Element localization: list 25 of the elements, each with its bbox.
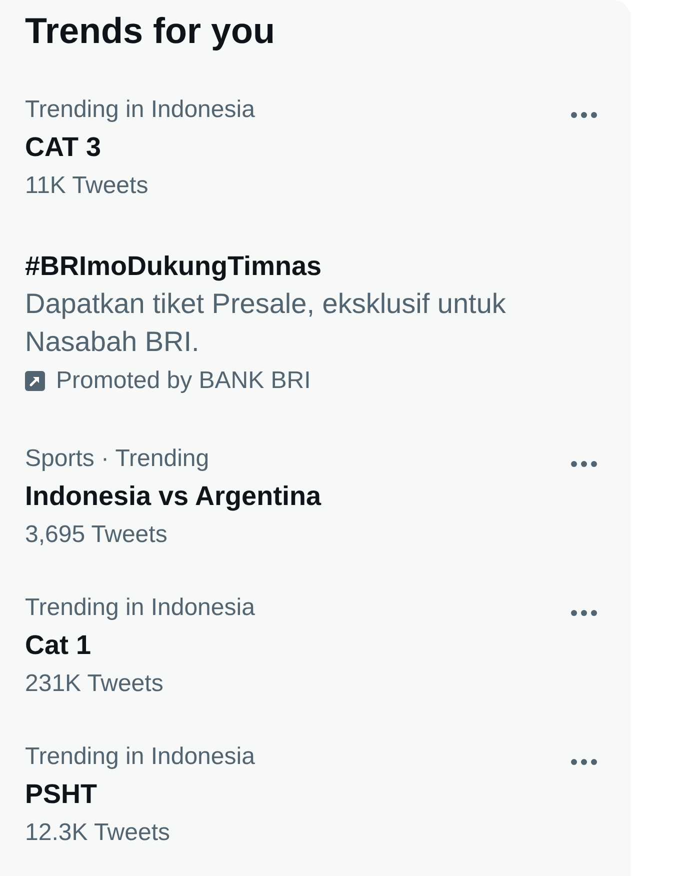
- trend-context: Trending in Indonesia: [25, 742, 255, 772]
- more-icon: [571, 461, 597, 467]
- more-icon: [571, 610, 597, 616]
- promoted-label: Promoted by BANK BRI: [56, 366, 311, 396]
- trend-name: #BRImoDukungTimnas: [25, 250, 322, 283]
- more-button[interactable]: [571, 112, 597, 118]
- tweet-count: 12.3K Tweets: [25, 818, 170, 848]
- trend-name: CAT 3: [25, 131, 102, 164]
- tweet-count: 231K Tweets: [25, 669, 164, 699]
- more-icon: [571, 112, 597, 118]
- trend-name: PSHT: [25, 778, 98, 811]
- tweet-count: 11K Tweets: [25, 171, 148, 201]
- more-button[interactable]: [571, 610, 597, 616]
- more-button[interactable]: [571, 461, 597, 467]
- more-button[interactable]: [571, 759, 597, 765]
- trend-context: Trending in Indonesia: [25, 593, 255, 623]
- promo-description: Dapatkan tiket Presale, eksklusif untuk Nasabah BRI.: [25, 287, 507, 359]
- trend-context: Trending in Indonesia: [25, 95, 255, 125]
- panel-title: Trends for you: [25, 10, 276, 52]
- trend-name: Indonesia vs Argentina: [25, 480, 322, 513]
- tweet-count: 3,695 Tweets: [25, 520, 168, 550]
- trend-context: Sports · Trending: [25, 444, 210, 474]
- arrow-square-icon: [25, 371, 45, 391]
- more-icon: [571, 759, 597, 765]
- trend-name: Cat 1: [25, 629, 92, 662]
